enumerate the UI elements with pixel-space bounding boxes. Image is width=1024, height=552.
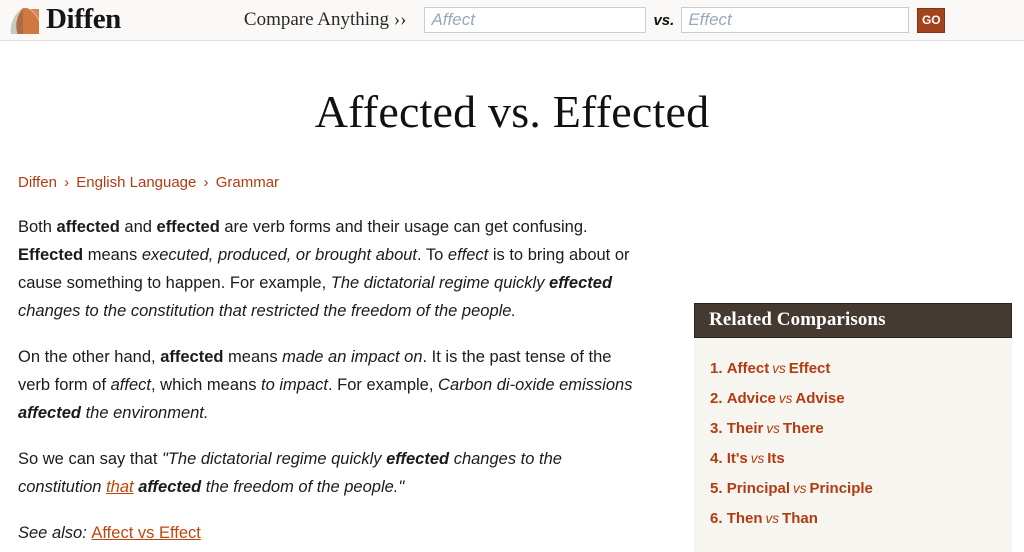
text-fragment: are verb forms and their usage can get c… [219, 217, 588, 236]
text-fragment: and [119, 217, 157, 236]
related-vs-label: vs [772, 360, 786, 376]
text-bold: Effected [18, 245, 84, 264]
breadcrumb-separator: › [64, 173, 70, 191]
text-bold: affected [160, 347, 224, 366]
related-link-right[interactable]: Advise [795, 390, 844, 407]
breadcrumb-separator: › [203, 173, 209, 191]
site-logo-text: Diffen [46, 2, 121, 35]
text-italic: "The dictatorial regime quickly [162, 449, 387, 468]
search-vs-separator: vs. [653, 11, 675, 29]
text-italic: affect [110, 375, 151, 394]
related-vs-label: vs [765, 510, 780, 526]
text-italic: to impact [261, 375, 328, 394]
related-link-right[interactable]: There [783, 420, 824, 437]
related-vs-label: vs [778, 390, 793, 406]
list-item[interactable]: 5. Principal vs Principle [710, 474, 1012, 504]
breadcrumb-item-diffen[interactable]: Diffen [18, 174, 57, 191]
text-italic-bold: effected [386, 449, 450, 468]
see-also-line: See also: Affect vs Effect [18, 519, 638, 547]
search-input-term-b[interactable] [681, 7, 910, 33]
search-go-button[interactable]: GO [917, 7, 946, 33]
related-link-left[interactable]: Their [727, 420, 764, 437]
see-also-link[interactable]: Affect vs Effect [91, 524, 200, 542]
compare-anything-link[interactable]: Compare Anything ›› [244, 9, 407, 31]
list-item[interactable]: 2. Advice vs Advise [710, 384, 1012, 414]
text-bold: affected [56, 217, 120, 236]
related-comparisons-panel: Related Comparisons 1. Affect vs Effect 2.… [694, 302, 1012, 552]
list-item[interactable]: 6. Then vs Than [710, 504, 1012, 534]
related-link-left[interactable]: It's [727, 450, 748, 467]
item-number: 4. [710, 449, 723, 467]
comparison-search-form: vs. GO [424, 7, 946, 33]
text-fragment: means [223, 347, 283, 366]
side-column: Related Comparisons 1. Affect vs Effect 2.… [694, 174, 1012, 552]
text-italic: executed, produced, or brought about [141, 245, 418, 264]
text-italic-bold: affected [138, 477, 202, 496]
text-italic-bold: effected [549, 273, 613, 292]
text-fragment: , which means [150, 375, 262, 394]
related-link-right[interactable]: Than [782, 510, 818, 527]
related-vs-label: vs [766, 420, 780, 436]
related-link-left[interactable]: Principal [727, 480, 790, 497]
see-also-label: See also: [18, 523, 92, 542]
text-italic: the environment. [80, 403, 209, 422]
list-item[interactable]: 1. Affect vs Effect [710, 354, 1012, 384]
search-input-term-a[interactable] [424, 7, 647, 33]
site-header: Diffen Compare Anything ›› vs. GO [0, 0, 1024, 41]
list-item[interactable]: 4. It's vs Its [710, 444, 1012, 474]
related-vs-label: vs [750, 450, 765, 466]
text-italic-bold: affected [18, 403, 81, 422]
text-bold: effected [156, 217, 220, 236]
text-italic: made an impact on [282, 347, 423, 366]
breadcrumb: Diffen › English Language › Grammar [18, 174, 638, 191]
text-italic: the freedom of the people." [201, 477, 405, 496]
related-link-right[interactable]: Principle [810, 480, 873, 497]
related-comparisons-header: Related Comparisons [694, 302, 1012, 338]
text-fragment: On the other hand, [18, 347, 161, 366]
page-title: Affected vs. Effected [314, 86, 710, 137]
related-vs-label: vs [793, 480, 807, 496]
item-number: 3. [710, 419, 723, 437]
item-number: 6. [710, 509, 723, 527]
text-italic: The dictatorial regime quickly [330, 273, 550, 292]
item-number: 1. [710, 359, 723, 377]
article-paragraph-2: On the other hand, affected means made a… [18, 343, 638, 427]
text-italic: changes to the constitution that restric… [18, 301, 517, 320]
content-wrapper: Diffen › English Language › Grammar Both… [0, 138, 1024, 552]
related-link-left[interactable]: Advice [727, 390, 776, 407]
text-fragment: means [83, 245, 142, 264]
breadcrumb-item-grammar[interactable]: Grammar [216, 174, 279, 191]
text-fragment: . For example, [327, 375, 439, 394]
related-link-left[interactable]: Affect [727, 360, 770, 377]
list-item[interactable]: 3. Their vs There [710, 414, 1012, 444]
item-number: 5. [710, 479, 723, 497]
article-paragraph-1: Both affected and effected are verb form… [18, 213, 638, 325]
site-logo-link[interactable]: Diffen [9, 2, 121, 36]
related-comparisons-list: 1. Affect vs Effect 2. Advice vs Advise 3. T… [694, 338, 1012, 552]
related-link-right[interactable]: Effect [789, 360, 831, 377]
text-italic: effect [447, 245, 489, 264]
text-fragment: Both [18, 217, 57, 236]
diffen-fan-logo-icon [10, 8, 40, 34]
item-number: 2. [710, 389, 723, 407]
text-fragment: . To [417, 245, 448, 264]
related-link-left[interactable]: Then [727, 510, 763, 527]
text-fragment: So we can say that [18, 449, 162, 468]
related-link-right[interactable]: Its [767, 450, 785, 467]
text-italic: Carbon di-oxide emissions [438, 375, 633, 394]
breadcrumb-item-english-language[interactable]: English Language [76, 174, 196, 191]
main-column: Diffen › English Language › Grammar Both… [18, 174, 638, 547]
inline-link-that[interactable]: that [106, 478, 134, 496]
article-paragraph-3: So we can say that "The dictatorial regi… [18, 445, 638, 501]
